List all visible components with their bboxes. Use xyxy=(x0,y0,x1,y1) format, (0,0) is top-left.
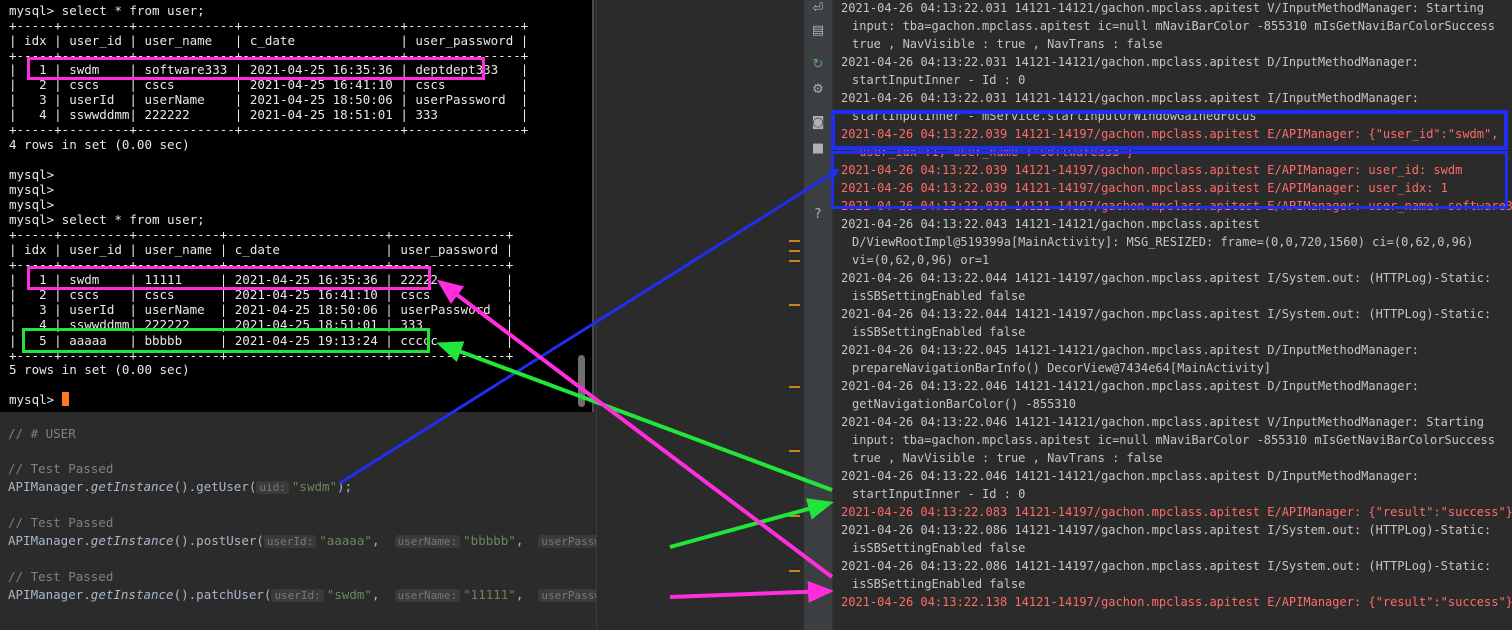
code-call: ().patchUser( xyxy=(173,587,272,602)
highlight-box-patched-row xyxy=(27,266,431,290)
change-marker[interactable] xyxy=(789,240,800,242)
log-line: 2021-04-26 04:13:22.031 14121-14121/gach… xyxy=(841,55,1419,69)
log-line: 2021-04-26 04:13:22.044 14121-14197/gach… xyxy=(841,271,1492,285)
code-class: APIManager. xyxy=(8,587,91,602)
log-line: 2021-04-26 04:13:22.045 14121-14121/gach… xyxy=(841,343,1419,357)
parameter-hint: userId: xyxy=(263,535,317,548)
change-marker[interactable] xyxy=(789,386,800,388)
terminal-line: 4 rows in set (0.00 sec) xyxy=(9,137,190,152)
string-argument: "swdm" xyxy=(291,479,338,494)
terminal-line: | 3 | userId | userName | 2021-04-25 18:… xyxy=(9,92,529,107)
settings-icon[interactable]: ⚙ xyxy=(809,81,827,99)
code-call-line[interactable]: APIManager.getInstance().getUser(uid: "sw… xyxy=(8,478,352,496)
change-marker[interactable] xyxy=(789,304,800,306)
change-marker[interactable] xyxy=(789,570,800,572)
string-argument: "aaaaa" xyxy=(319,533,372,548)
log-line: prepareNavigationBarInfo() DecorView@743… xyxy=(852,361,1272,375)
terminal-line: | 3 | userId | userName | 2021-04-25 18:… xyxy=(9,302,514,317)
soft-wrap-icon[interactable]: ⏎ xyxy=(809,0,827,18)
code-method: getInstance xyxy=(90,533,174,548)
log-line: true , NavVisible : true , NavTrans : fa… xyxy=(852,37,1163,51)
log-line: 2021-04-26 04:13:22.083 14121-14197/gach… xyxy=(841,505,1512,519)
log-line: 2021-04-26 04:13:22.031 14121-14121/gach… xyxy=(841,91,1419,105)
log-line: isSBSettingEnabled false xyxy=(852,541,1026,555)
terminal-line: | idx | user_id | user_name | c_date | u… xyxy=(9,33,529,48)
terminal-line: mysql> xyxy=(9,182,55,197)
terminal-line: mysql> xyxy=(9,167,55,182)
log-line: input: tba=gachon.mpclass.apitest ic=nul… xyxy=(852,19,1495,33)
change-marker[interactable] xyxy=(789,250,800,252)
log-line: 2021-04-26 04:13:22.138 14121-14197/gach… xyxy=(841,595,1512,609)
restart-icon[interactable]: ↻ xyxy=(809,56,827,74)
log-line: isSBSettingEnabled false xyxy=(852,577,1026,591)
code-class: APIManager. xyxy=(8,479,91,494)
test-comment: // Test Passed xyxy=(8,569,114,584)
string-argument: "11111" xyxy=(463,587,516,602)
code-method: getInstance xyxy=(90,587,174,602)
log-line: 2021-04-26 04:13:22.046 14121-14121/gach… xyxy=(841,469,1419,483)
log-line: startInputInner - Id : 0 xyxy=(852,73,1026,87)
parameter-hint: userName: xyxy=(394,589,461,602)
print-icon[interactable]: ▤ xyxy=(809,22,827,40)
section-comment: // # USER xyxy=(8,426,76,441)
log-line: getNavigationBarColor() -855310 xyxy=(852,397,1076,411)
log-line: 2021-04-26 04:13:22.086 14121-14197/gach… xyxy=(841,523,1492,537)
parameter-hint: uid: xyxy=(256,481,289,494)
change-marker[interactable] xyxy=(789,515,800,517)
log-line: 2021-04-26 04:13:22.043 14121-14121/gach… xyxy=(841,217,1261,231)
log-line: isSBSettingEnabled false xyxy=(852,325,1026,339)
log-line: 2021-04-26 04:13:22.046 14121-14121/gach… xyxy=(841,379,1419,393)
screenshot-icon[interactable]: ◙ xyxy=(809,114,827,132)
log-line: 2021-04-26 04:13:22.031 14121-14121/gach… xyxy=(841,1,1484,15)
terminal-scrollbar[interactable] xyxy=(578,355,585,407)
change-marker[interactable] xyxy=(789,450,800,452)
code-suffix: ); xyxy=(337,479,353,494)
log-line: vi=(0,62,0,96) or=1 xyxy=(852,253,990,267)
logcat-output[interactable]: 2021-04-26 04:13:22.031 14121-14121/gach… xyxy=(833,0,1512,630)
logcat-toolbar: ⏎ ▤ ↻ ⚙ ◙ ■ ? xyxy=(804,0,833,630)
parameter-hint: userName: xyxy=(394,535,461,548)
string-argument: "swdm" xyxy=(326,587,372,602)
code-class: APIManager. xyxy=(8,533,91,548)
terminal-line: | 4 | sswwddmm| 222222 | 2021-04-25 18:5… xyxy=(9,107,529,122)
log-line: startInputInner - Id : 0 xyxy=(852,487,1026,501)
highlight-box-inserted-row xyxy=(22,328,430,353)
log-line: 2021-04-26 04:13:22.046 14121-14121/gach… xyxy=(841,415,1484,429)
highlight-box-original-row xyxy=(27,57,485,80)
log-line: D/ViewRootImpl@519399a[MainActivity]: MS… xyxy=(852,235,1474,249)
terminal-line: | idx | user_id | user_name | c_date | u… xyxy=(9,242,514,257)
log-line: true , NavVisible : true , NavTrans : fa… xyxy=(852,451,1163,465)
editor-margin xyxy=(596,0,805,630)
terminal-line: mysql> xyxy=(9,197,55,212)
terminal-line: mysql> select * from user; xyxy=(9,3,205,18)
parameter-hint: userId: xyxy=(271,589,324,602)
log-line: input: tba=gachon.mpclass.apitest ic=nul… xyxy=(852,433,1495,447)
terminal-line: +-----+---------+-------------+---------… xyxy=(9,18,529,33)
highlight-box-parsed-fields xyxy=(831,151,1508,209)
video-icon[interactable]: ■ xyxy=(809,140,827,158)
test-comment: // Test Passed xyxy=(8,515,114,530)
log-line: 2021-04-26 04:13:22.044 14121-14197/gach… xyxy=(841,307,1492,321)
string-argument: "bbbbb" xyxy=(463,533,516,548)
help-icon[interactable]: ? xyxy=(809,206,827,224)
terminal-line: mysql> select * from user; xyxy=(9,212,205,227)
terminal-line: 5 rows in set (0.00 sec) xyxy=(9,362,190,377)
terminal-line: +-----+---------+-------------+---------… xyxy=(9,122,529,137)
log-line: isSBSettingEnabled false xyxy=(852,289,1026,303)
terminal-cursor xyxy=(61,392,69,406)
terminal-line: +-----+---------+-----------+-----------… xyxy=(9,227,514,242)
code-editor[interactable]: // # USER// Test Passed APIManager.getIns… xyxy=(0,412,701,630)
code-call: ().getUser( xyxy=(173,479,257,494)
code-call: ().postUser( xyxy=(173,533,264,548)
terminal-line: mysql> xyxy=(9,392,69,407)
change-marker[interactable] xyxy=(789,260,800,262)
code-method: getInstance xyxy=(90,479,174,494)
highlight-box-json-response xyxy=(831,110,1508,150)
log-line: 2021-04-26 04:13:22.086 14121-14197/gach… xyxy=(841,559,1492,573)
test-comment: // Test Passed xyxy=(8,461,114,476)
